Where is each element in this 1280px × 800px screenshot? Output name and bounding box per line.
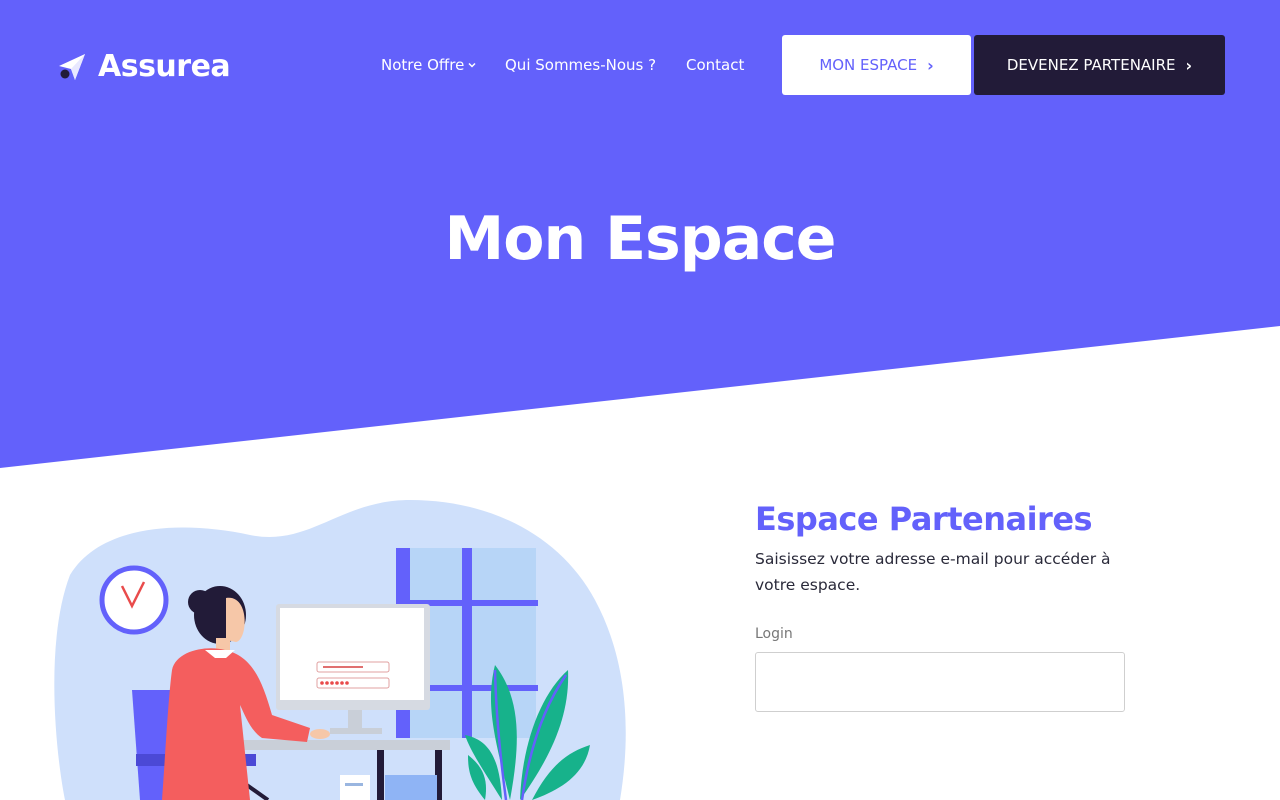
office-illustration <box>54 500 626 800</box>
login-input[interactable] <box>755 652 1125 712</box>
paper-plane-icon <box>59 53 85 80</box>
devenez-partenaire-button[interactable]: DEVENEZ PARTENAIRE › <box>974 35 1225 95</box>
logo[interactable]: Assurea <box>56 49 231 84</box>
chevron-down-icon <box>468 62 476 68</box>
nav-item-contact[interactable]: Contact <box>686 56 744 74</box>
nav-label: Contact <box>686 56 745 74</box>
chevron-right-icon: › <box>927 55 934 75</box>
nav-label: Notre Offre <box>381 56 465 74</box>
button-label: DEVENEZ PARTENAIRE <box>1006 56 1176 74</box>
page-title: Mon Espace <box>444 204 837 274</box>
login-description: Saisissez votre adresse e-mail pour accé… <box>755 550 1111 594</box>
nav-item-notre-offre[interactable]: Notre Offre <box>381 56 477 74</box>
login-label: Login <box>755 626 793 642</box>
mon-espace-button[interactable]: MON ESPACE › <box>782 35 971 95</box>
top-navigation: Assurea Notre Offre Qui Sommes-Nous ? Co… <box>0 0 1280 130</box>
login-panel: Espace Partenaires Saisissez votre adres… <box>755 500 1175 712</box>
nav-item-qui-sommes-nous[interactable]: Qui Sommes-Nous ? <box>505 56 656 74</box>
nav-label: Qui Sommes-Nous ? <box>505 56 657 74</box>
login-heading: Espace Partenaires <box>755 500 1093 538</box>
button-label: MON ESPACE <box>819 56 918 74</box>
chevron-right-icon: › <box>1185 55 1193 75</box>
logo-text: Assurea <box>98 49 231 84</box>
